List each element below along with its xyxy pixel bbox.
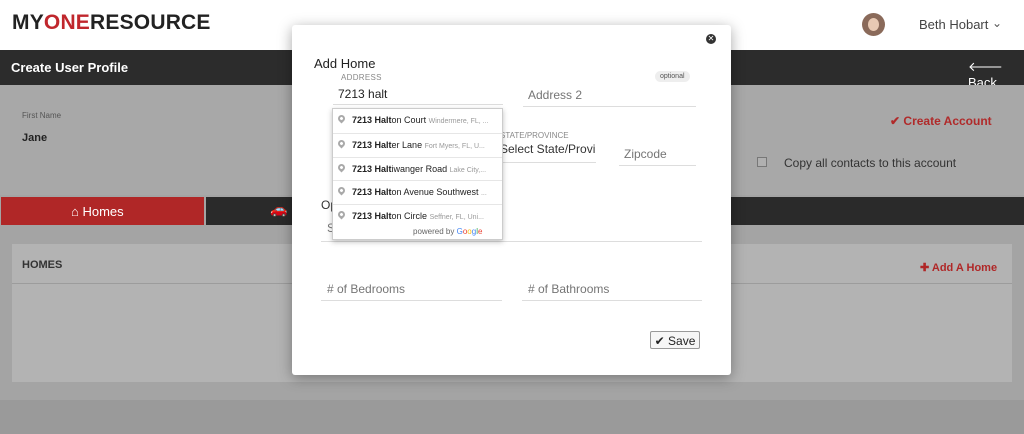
secondary-text: Lake City,... [449, 167, 487, 174]
tab-homes-label: Homes [82, 204, 124, 219]
address-input[interactable] [333, 84, 503, 105]
first-name-label: First Name [22, 111, 62, 120]
check-icon: ✔ [890, 114, 901, 128]
match-bold: Halt [374, 211, 392, 221]
home-icon: ⌂ [71, 204, 79, 219]
user-name[interactable]: Beth Hobart [919, 17, 988, 32]
powered-by-google: powered by Google [413, 227, 482, 236]
logo-prefix: MY [12, 11, 44, 34]
homes-heading: HOMES [22, 259, 63, 271]
address-label: ADDRESS [341, 73, 382, 82]
match-text: 7213 [352, 187, 375, 197]
address2-input[interactable] [523, 84, 696, 107]
tab-homes[interactable]: ⌂ Homes [1, 197, 204, 225]
match-rest: er Lane [391, 140, 423, 150]
match-text: 7213 [352, 164, 375, 174]
footer-band [0, 400, 1024, 434]
logo[interactable]: MYONERESOURCE [12, 11, 211, 35]
modal-title: Add Home [314, 56, 376, 71]
address-autocomplete: 7213 Halton Court Windermere, FL, ... 72… [332, 108, 503, 240]
match-rest: iwanger Road [391, 164, 448, 174]
match-rest: on Avenue Southwest [391, 187, 479, 197]
map-pin-icon [336, 113, 347, 124]
logo-accent: ONE [43, 11, 91, 34]
map-pin-icon [336, 209, 347, 220]
state-select[interactable]: Select State/Province [500, 142, 596, 163]
match-bold: Halt [374, 115, 392, 125]
optional-badge: optional [655, 71, 690, 82]
car-icon: 🚗 [270, 201, 288, 217]
first-name-value[interactable]: Jane [22, 132, 47, 144]
match-bold: Halt [374, 140, 392, 150]
powered-by-text: powered by [413, 227, 455, 236]
logo-suffix: RESOURCE [90, 11, 211, 34]
plus-icon: ✚ [920, 262, 930, 274]
autocomplete-item[interactable]: 7213 Halter Lane Fort Myers, FL, U... [333, 133, 502, 157]
secondary-text: Windermere, FL, ... [428, 118, 489, 125]
arrow-left-icon: 🡐 [968, 59, 1003, 74]
close-icon[interactable]: ✕ [706, 34, 716, 44]
zipcode-input[interactable] [619, 143, 696, 166]
check-icon: ✔ [654, 334, 665, 348]
match-bold: Halt [374, 164, 392, 174]
autocomplete-item[interactable]: 7213 Halton Circle Seffner, FL, Uni... [333, 204, 502, 228]
secondary-text: ... [480, 190, 487, 197]
field-underline [321, 241, 702, 242]
state-label: STATE/PROVINCE [500, 131, 569, 140]
save-label: Save [668, 334, 696, 348]
avatar-face [868, 18, 879, 31]
google-letter: e [477, 227, 483, 236]
autocomplete-item[interactable]: 7213 Halton Court Windermere, FL, ... [333, 109, 502, 132]
match-bold: Halt [374, 187, 392, 197]
add-home-label: Add A Home [931, 262, 998, 274]
bedrooms-input[interactable] [321, 277, 502, 301]
match-text: 7213 [352, 211, 375, 221]
page-title: Create User Profile [11, 60, 129, 75]
match-text: 7213 [352, 140, 375, 150]
add-home-button[interactable]: ✚ Add A Home [920, 261, 997, 274]
match-text: 7213 [352, 115, 375, 125]
bathrooms-input[interactable] [522, 277, 702, 301]
copy-contacts-checkbox[interactable] [757, 157, 767, 167]
avatar[interactable] [862, 13, 885, 36]
save-button[interactable]: ✔ Save [650, 331, 700, 349]
autocomplete-item[interactable]: 7213 Halton Avenue Southwest ... [333, 180, 502, 204]
autocomplete-item[interactable]: 7213 Haltiwanger Road Lake City,... [333, 157, 502, 181]
create-account-label: Create Account [903, 114, 992, 128]
match-rest: on Circle [391, 211, 428, 221]
chevron-down-icon[interactable]: ⌄ [992, 16, 1002, 30]
map-pin-icon [336, 185, 347, 196]
map-pin-icon [336, 138, 347, 149]
create-account-button[interactable]: ✔ Create Account [890, 114, 992, 128]
copy-contacts-label: Copy all contacts to this account [784, 156, 957, 170]
secondary-text: Fort Myers, FL, U... [424, 143, 485, 150]
match-rest: on Court [391, 115, 427, 125]
secondary-text: Seffner, FL, Uni... [429, 214, 484, 221]
map-pin-icon [336, 162, 347, 173]
